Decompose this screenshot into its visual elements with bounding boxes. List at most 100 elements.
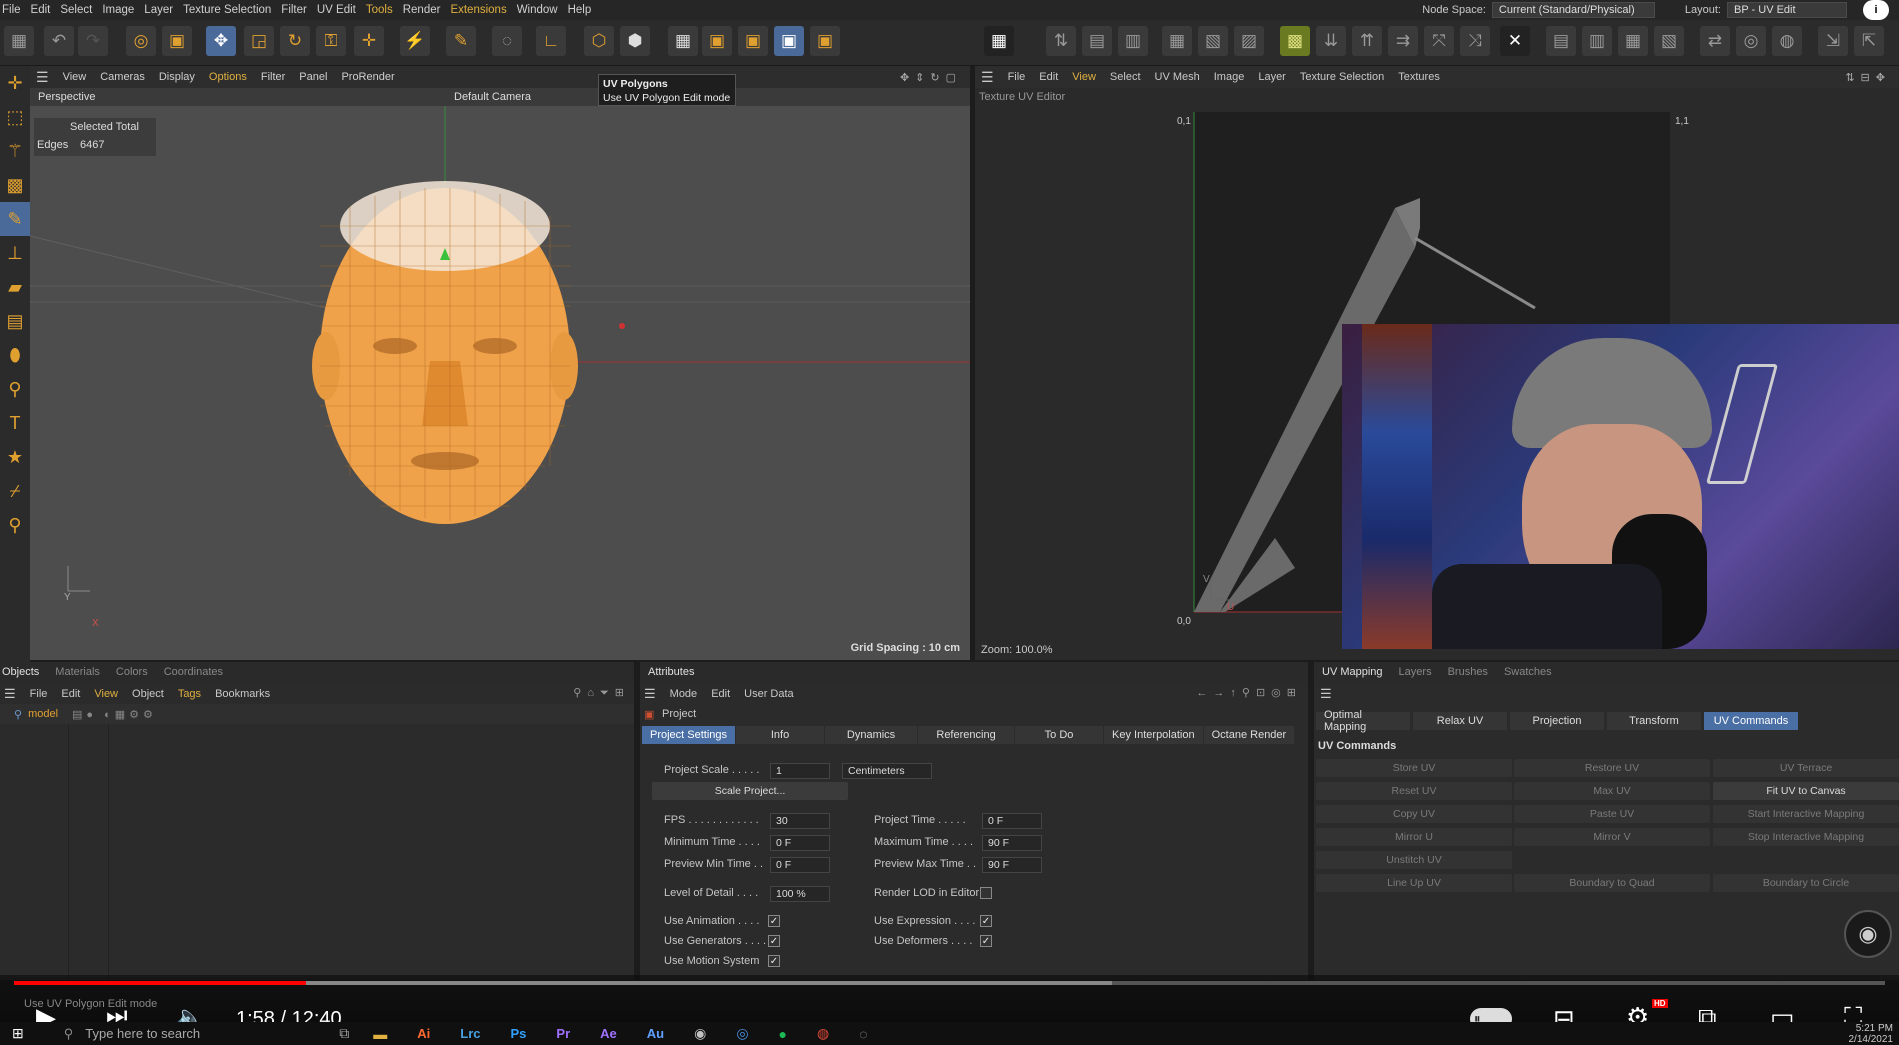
cube-select-icon[interactable]: ▣ <box>162 26 192 56</box>
uv-tool-18-icon[interactable]: ⇄ <box>1700 26 1730 56</box>
uv-menu-file[interactable]: File <box>1008 71 1026 83</box>
uv-menu-edit[interactable]: Edit <box>1039 71 1058 83</box>
lightroom-icon[interactable]: Lrc <box>460 1026 480 1041</box>
uv-tool-16-icon[interactable]: ▦ <box>1618 26 1648 56</box>
objects-toolbar-icons[interactable]: ⚲⌂⏷⊞ <box>573 686 630 700</box>
preview-max-field[interactable]: 90 F <box>982 857 1042 873</box>
taskbar-clock[interactable]: 5:21 PM 2/14/2021 <box>1849 1023 1894 1045</box>
tab-optimal-mapping[interactable]: Optimal Mapping <box>1316 709 1410 733</box>
preview-min-field[interactable]: 0 F <box>770 857 830 873</box>
store-uv-button[interactable]: Store UV <box>1316 759 1512 777</box>
tab-uv-mapping[interactable]: UV Mapping <box>1314 666 1391 678</box>
audition-icon[interactable]: Au <box>647 1026 664 1041</box>
object-name[interactable]: model <box>28 708 58 720</box>
fingerprint-icon[interactable]: ◉ <box>1844 910 1892 958</box>
uv-tool-2-icon[interactable]: ▤ <box>1082 26 1112 56</box>
objects-hamburger-icon[interactable]: ☰ <box>4 686 16 702</box>
search-icon[interactable]: ⚲ <box>64 1026 74 1042</box>
magic-wand-icon[interactable]: ⚚ <box>0 134 30 168</box>
scale-project-button[interactable]: Scale Project... <box>652 782 848 800</box>
live-select-icon[interactable]: ▩ <box>0 168 30 202</box>
task-view-icon[interactable]: ⧉ <box>339 1025 349 1042</box>
taskbar-search[interactable]: Type here to search <box>85 1026 325 1041</box>
vp-menu-prorender[interactable]: ProRender <box>341 71 394 83</box>
uv-terrace-button[interactable]: UV Terrace <box>1713 759 1899 777</box>
uv-nav-icons[interactable]: ⇅⊟✥ <box>1845 71 1891 84</box>
menu-edit[interactable]: Edit <box>31 4 61 16</box>
reset-uv-button[interactable]: Reset UV <box>1316 782 1512 800</box>
mirror-v-button[interactable]: Mirror V <box>1514 828 1710 846</box>
coord-tool-icon[interactable]: ✛ <box>354 26 384 56</box>
attr-menu-mode[interactable]: Mode <box>670 688 698 700</box>
uv-tool-8-icon[interactable]: ⇊ <box>1316 26 1346 56</box>
tab-relax-uv[interactable]: Relax UV <box>1413 712 1507 730</box>
uv-tool-22-icon[interactable]: ⇱ <box>1854 26 1884 56</box>
use-motion-checkbox[interactable]: ✓ <box>768 955 780 967</box>
obj-menu-tags[interactable]: Tags <box>178 688 201 700</box>
mirror-u-button[interactable]: Mirror U <box>1316 828 1512 846</box>
project-time-field[interactable]: 0 F <box>982 813 1042 829</box>
paste-uv-button[interactable]: Paste UV <box>1514 805 1710 823</box>
tab-uv-commands[interactable]: UV Commands <box>1704 712 1798 730</box>
vp-menu-view[interactable]: View <box>63 71 87 83</box>
video-progress-bar[interactable] <box>14 981 1885 985</box>
units-select[interactable]: Centimeters <box>842 763 932 779</box>
cinema4d-icon[interactable]: ◎ <box>736 1025 748 1042</box>
uv-checker-icon[interactable]: ▦ <box>984 26 1014 56</box>
line-up-uv-button[interactable]: Line Up UV <box>1316 874 1512 892</box>
uv-menu-select[interactable]: Select <box>1110 71 1141 83</box>
after-effects-icon[interactable]: Ae <box>600 1026 617 1041</box>
premiere-icon[interactable]: Pr <box>556 1026 570 1041</box>
uv-tool-11-icon[interactable]: ⤧ <box>1424 26 1454 56</box>
uv-tool-6-icon[interactable]: ▨ <box>1234 26 1264 56</box>
tab-dynamics[interactable]: Dynamics <box>825 726 918 744</box>
attr-menu-user-data[interactable]: User Data <box>744 688 794 700</box>
eraser-icon[interactable]: ▰ <box>0 270 30 304</box>
tab-key-interpolation[interactable]: Key Interpolation <box>1104 726 1203 744</box>
stamp-icon[interactable]: ⊥ <box>0 236 30 270</box>
lock-axis-icon[interactable]: ⚿ <box>316 26 346 56</box>
uv-menu-uv-mesh[interactable]: UV Mesh <box>1155 71 1200 83</box>
hamburger-icon[interactable]: ☰ <box>36 69 49 86</box>
max-uv-button[interactable]: Max UV <box>1514 782 1710 800</box>
node-space-select[interactable]: Current (Standard/Physical) <box>1491 2 1655 18</box>
menu-window[interactable]: Window <box>517 4 568 16</box>
menu-help[interactable]: Help <box>568 4 602 16</box>
uv-hamburger-icon[interactable]: ☰ <box>981 69 994 86</box>
tab-referencing[interactable]: Referencing <box>918 726 1015 744</box>
menu-texture-selection[interactable]: Texture Selection <box>183 4 281 16</box>
use-expression-checkbox[interactable]: ✓ <box>980 915 992 927</box>
menu-layer[interactable]: Layer <box>144 4 183 16</box>
windows-start-icon[interactable]: ⊞ <box>12 1025 24 1042</box>
eyedropper-icon[interactable]: ⌿ <box>0 474 30 508</box>
tab-octane-render[interactable]: Octane Render <box>1203 726 1295 744</box>
select-tool-icon[interactable]: ◎ <box>126 26 156 56</box>
app-icon[interactable]: ▦ <box>4 26 34 56</box>
tab-attributes[interactable]: Attributes <box>640 666 702 678</box>
photoshop-icon[interactable]: Ps <box>511 1026 527 1041</box>
uv-tool-15-icon[interactable]: ▥ <box>1582 26 1612 56</box>
vp-menu-display[interactable]: Display <box>159 71 195 83</box>
start-interactive-mapping-button[interactable]: Start Interactive Mapping <box>1713 805 1899 823</box>
fill-icon[interactable]: ⬮ <box>0 338 30 372</box>
vp-menu-panel[interactable]: Panel <box>299 71 327 83</box>
menu-uv-edit[interactable]: UV Edit <box>317 4 366 16</box>
davinci-icon[interactable]: ◉ <box>694 1025 706 1042</box>
uv-tool-4-icon[interactable]: ▦ <box>1162 26 1192 56</box>
use-animation-checkbox[interactable]: ✓ <box>768 915 780 927</box>
vp-menu-cameras[interactable]: Cameras <box>100 71 145 83</box>
head-wireframe[interactable] <box>312 181 578 524</box>
menu-extensions[interactable]: Extensions <box>450 4 516 16</box>
rect-select-icon[interactable]: ⬚ <box>0 100 30 134</box>
obj-menu-edit[interactable]: Edit <box>61 688 80 700</box>
boundary-to-circle-button[interactable]: Boundary to Circle <box>1713 874 1899 892</box>
tab-to-do[interactable]: To Do <box>1015 726 1104 744</box>
tab-info[interactable]: Info <box>736 726 825 744</box>
file-explorer-icon[interactable]: ▬ <box>373 1026 387 1042</box>
gradient-icon[interactable]: ▤ <box>0 304 30 338</box>
vp-menu-options[interactable]: Options <box>209 71 247 83</box>
copy-uv-button[interactable]: Copy UV <box>1316 805 1512 823</box>
obj-menu-object[interactable]: Object <box>132 688 164 700</box>
menu-filter[interactable]: Filter <box>281 4 317 16</box>
uv-tool-9-icon[interactable]: ⇈ <box>1352 26 1382 56</box>
